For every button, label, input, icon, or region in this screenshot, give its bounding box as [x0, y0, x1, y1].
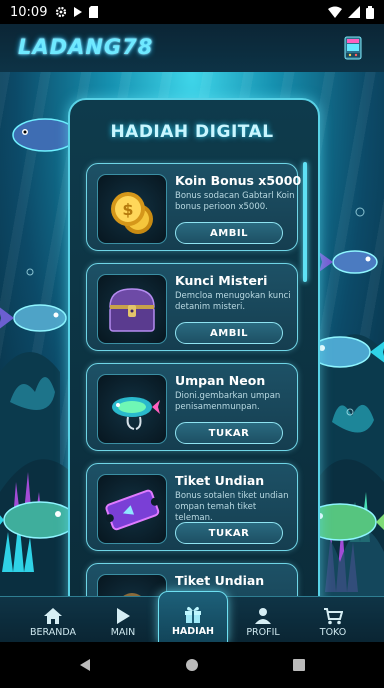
profile-icon: [255, 608, 271, 624]
signal-icon: [348, 6, 360, 18]
ambil-button[interactable]: AMBIL: [175, 322, 283, 344]
nav-profil[interactable]: PROFIL: [228, 597, 298, 643]
bottom-nav: BERANDA MAIN HADIAH PROFIL TOKO: [0, 591, 384, 643]
fish-mid-left: [0, 304, 67, 332]
nav-label: BERANDA: [30, 627, 76, 638]
svg-text:$: $: [122, 200, 133, 219]
reward-card-tiket-undian: Tiket Undian Bonus sotalen tiket undian …: [86, 463, 298, 551]
ticket-icon: [97, 474, 167, 544]
tukar-button[interactable]: TUKAR: [175, 522, 283, 544]
arcade-machine-icon[interactable]: [342, 36, 364, 60]
card-description: Bonus sotalen tiket undian ompan temah t…: [175, 491, 289, 523]
play-protect-icon: [74, 7, 83, 17]
card-description: Demcloa menugokan kunci detanim misteri.: [175, 291, 291, 312]
status-bar: 10:09: [0, 0, 384, 24]
sd-card-icon: [89, 6, 99, 18]
reward-card-koin-bonus: $ Koin Bonus x5000 Bonus sodacan Gabtarl…: [86, 163, 302, 251]
recents-icon[interactable]: [292, 658, 306, 672]
nav-label: MAIN: [110, 627, 136, 638]
settings-gear-icon: [56, 6, 67, 18]
app-logo: LADANG78: [18, 35, 154, 59]
gift-icon: [185, 606, 201, 623]
card-title: Tiket Undian: [175, 573, 265, 588]
play-icon: [117, 608, 130, 624]
fish-right-1: [319, 250, 378, 274]
card-title: Tiket Undian: [175, 473, 265, 488]
gold-coins-icon: $: [97, 174, 167, 244]
ambil-button[interactable]: AMBIL: [175, 222, 283, 244]
home-icon: [44, 608, 62, 624]
nav-toko[interactable]: TOKO: [298, 597, 368, 643]
card-description: Bonus sodacan Gabtarl Koin bonus perioon…: [175, 191, 295, 212]
nav-hadiah[interactable]: HADIAH: [158, 591, 228, 643]
app-header: LADANG78: [0, 24, 384, 72]
nav-label: HADIAH: [171, 626, 215, 637]
system-navigation-bar: [0, 642, 384, 688]
treasure-chest-icon: [97, 274, 167, 344]
tukar-button[interactable]: TUKAR: [175, 422, 283, 444]
reward-card-umpan-neon: Umpan Neon Dioni.gembarkan umpan penisam…: [86, 363, 298, 451]
card-title: Kunci Misteri: [175, 273, 268, 288]
panel-title: HADIAH DIGITAL: [110, 122, 274, 142]
status-time: 10:09: [10, 4, 48, 20]
cart-icon: [324, 608, 343, 625]
reward-card-kunci-misteri: Kunci Misteri Demcloa menugokan kunci de…: [86, 263, 298, 351]
nav-label: PROFIL: [246, 627, 280, 638]
neon-lure-icon: [97, 374, 167, 444]
card-title: Koin Bonus x5000: [175, 173, 302, 188]
nav-beranda[interactable]: BERANDA: [18, 597, 88, 643]
nav-label: TOKO: [319, 627, 347, 638]
card-title: Umpan Neon: [175, 373, 266, 388]
battery-icon: [366, 5, 374, 19]
back-icon[interactable]: [78, 658, 92, 672]
nav-main[interactable]: MAIN: [88, 597, 158, 643]
card-description: Dioni.gembarkan umpan penisamenmunpan.: [175, 391, 281, 412]
scrollbar[interactable]: [303, 162, 307, 282]
home-circle-icon[interactable]: [185, 658, 199, 672]
wifi-icon: [328, 6, 342, 18]
